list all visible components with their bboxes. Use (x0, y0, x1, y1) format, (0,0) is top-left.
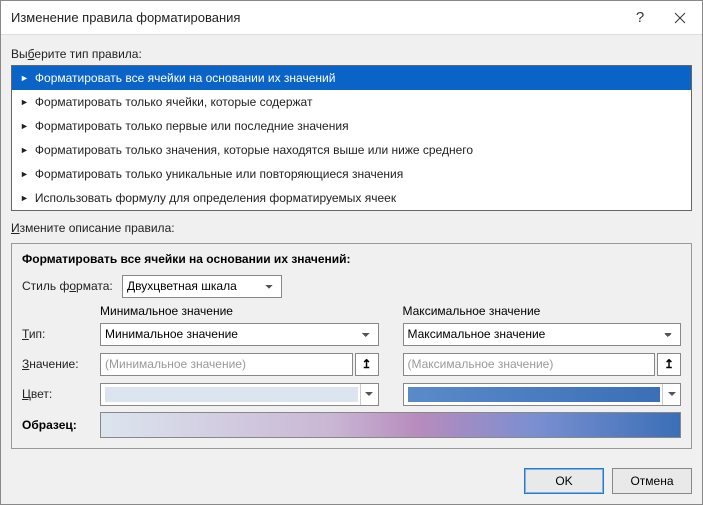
format-style-label: Стиль формата: (22, 279, 122, 293)
preview-row: Образец: (22, 412, 681, 438)
rule-type-label: Форматировать только уникальные или повт… (35, 167, 403, 181)
color-label: Цвет: (22, 387, 100, 401)
min-color-select[interactable] (100, 383, 379, 406)
color-row: Цвет: (22, 382, 681, 406)
max-range-picker-button[interactable]: ↥ (657, 353, 681, 376)
edit-format-rule-dialog: Изменение правила форматирования ? Выбер… (0, 0, 703, 505)
edit-description-label: Измените описание правила: (11, 221, 692, 235)
arrow-icon: ► (20, 97, 29, 107)
preview-label: Образец: (22, 418, 100, 432)
arrow-icon: ► (20, 145, 29, 155)
format-style-row: Стиль формата: Двухцветная шкала (22, 274, 681, 298)
rule-description-panel: Форматировать все ячейки на основании их… (11, 243, 692, 449)
max-header: Максимальное значение (403, 304, 682, 318)
rule-type-label: Использовать формулу для определения фор… (35, 191, 396, 205)
value-label: Значение: (22, 357, 100, 371)
rule-type-list[interactable]: ► Форматировать все ячейки на основании … (11, 65, 692, 211)
range-picker-icon: ↥ (361, 357, 371, 371)
close-button[interactable] (660, 3, 700, 33)
rule-type-item-0[interactable]: ► Форматировать все ячейки на основании … (12, 66, 691, 90)
close-icon (674, 12, 686, 24)
format-style-select[interactable]: Двухцветная шкала (122, 275, 282, 298)
max-color-swatch (408, 387, 661, 402)
rule-type-label: Форматировать только ячейки, которые сод… (35, 95, 313, 109)
rule-type-label: Форматировать все ячейки на основании их… (35, 71, 336, 85)
min-range-picker-button[interactable]: ↥ (355, 353, 379, 376)
arrow-icon: ► (20, 73, 29, 83)
select-rule-type-label: Выберите тип правила: (11, 47, 692, 61)
min-value-input[interactable] (100, 353, 353, 376)
help-icon: ? (636, 9, 644, 26)
min-header: Минимальное значение (100, 304, 379, 318)
min-type-select[interactable]: Минимальное значение (100, 323, 379, 346)
rule-type-label: Форматировать только первые или последни… (35, 119, 349, 133)
chevron-down-icon (360, 384, 378, 405)
chevron-down-icon (662, 384, 680, 405)
max-type-select[interactable]: Максимальное значение (403, 323, 682, 346)
range-picker-icon: ↥ (664, 357, 674, 371)
titlebar: Изменение правила форматирования ? (1, 1, 702, 35)
max-value-input[interactable] (403, 353, 656, 376)
desc-title: Форматировать все ячейки на основании их… (22, 252, 681, 266)
ok-button[interactable]: OK (524, 468, 604, 494)
type-label: Тип: (22, 327, 100, 341)
max-color-select[interactable] (403, 383, 682, 406)
rule-type-item-3[interactable]: ► Форматировать только значения, которые… (12, 138, 691, 162)
rule-type-item-4[interactable]: ► Форматировать только уникальные или по… (12, 162, 691, 186)
rule-type-item-2[interactable]: ► Форматировать только первые или послед… (12, 114, 691, 138)
cancel-button[interactable]: Отмена (612, 468, 692, 494)
dialog-title: Изменение правила форматирования (11, 10, 620, 25)
value-row: Значение: ↥ ↥ (22, 352, 681, 376)
arrow-icon: ► (20, 169, 29, 179)
rule-type-item-1[interactable]: ► Форматировать только ячейки, которые с… (12, 90, 691, 114)
rule-type-label: Форматировать только значения, которые н… (35, 143, 473, 157)
rule-type-item-5[interactable]: ► Использовать формулу для определения ф… (12, 186, 691, 210)
dialog-body: Выберите тип правила: ► Форматировать вс… (1, 35, 702, 458)
arrow-icon: ► (20, 121, 29, 131)
dialog-footer: OK Отмена (1, 458, 702, 504)
type-row: Тип: Минимальное значение Максимальное з… (22, 322, 681, 346)
help-button[interactable]: ? (620, 3, 660, 33)
min-color-swatch (105, 387, 358, 402)
column-headers: Минимальное значение Максимальное значен… (22, 304, 681, 318)
arrow-icon: ► (20, 193, 29, 203)
gradient-preview (100, 412, 681, 438)
